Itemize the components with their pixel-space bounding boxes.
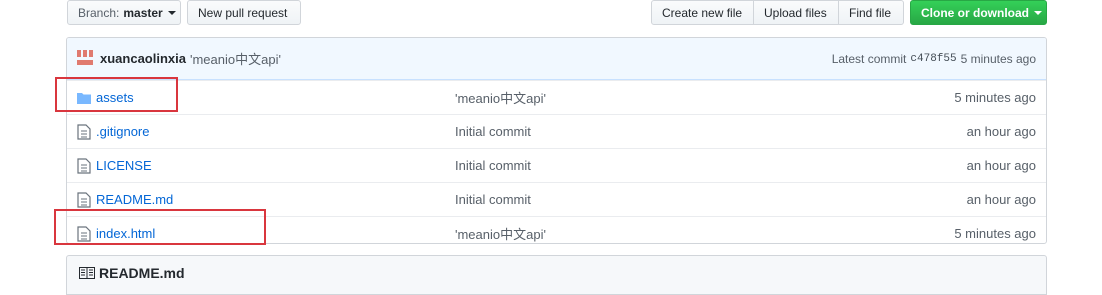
commit-sha-link[interactable]: c478f55 [910, 53, 956, 66]
clone-or-download-button[interactable]: Clone or download [910, 0, 1047, 25]
table-row: .gitignore Initial commit an hour ago [67, 114, 1046, 148]
commit-message-link[interactable]: Initial commit [455, 158, 531, 173]
file-icon [77, 124, 91, 140]
table-row: assets 'meanio中文api' 5 minutes ago [67, 80, 1046, 114]
find-file-label: Find file [849, 5, 892, 20]
commit-message-link[interactable]: 'meanio中文api' [455, 88, 546, 107]
create-new-file-button[interactable]: Create new file [651, 0, 754, 25]
file-age: an hour ago [966, 158, 1036, 173]
commit-time: 5 minutes ago [960, 51, 1036, 66]
file-age: an hour ago [966, 192, 1036, 207]
upload-files-label: Upload files [764, 5, 827, 20]
new-pull-request-button[interactable]: New pull request [187, 0, 301, 25]
table-row: LICENSE Initial commit an hour ago [67, 148, 1046, 182]
readme-header: README.md [66, 255, 1047, 295]
avatar[interactable] [77, 50, 94, 67]
branch-prefix: Branch: [78, 5, 120, 20]
file-age: an hour ago [966, 124, 1036, 139]
new-pull-request-label: New pull request [198, 5, 288, 20]
file-icon [77, 192, 91, 208]
book-icon [79, 267, 95, 279]
highlight-box-index-html [54, 209, 266, 245]
commit-tease: xuancaolinxia 'meanio中文api' Latest commi… [67, 38, 1046, 80]
file-name-link[interactable]: .gitignore [96, 124, 149, 139]
commit-author-link[interactable]: xuancaolinxia [100, 51, 186, 66]
clone-or-download-label: Clone or download [921, 5, 1029, 20]
caret-down-icon [1034, 10, 1042, 15]
upload-files-button[interactable]: Upload files [754, 0, 839, 25]
commit-message-link[interactable]: 'meanio中文api' [455, 224, 546, 243]
latest-commit-label: Latest commit [831, 51, 907, 66]
file-icon [77, 158, 91, 174]
commit-message-link[interactable]: Initial commit [455, 124, 531, 139]
commit-message-link[interactable]: Initial commit [455, 192, 531, 207]
find-file-button[interactable]: Find file [839, 0, 904, 25]
commit-message-link[interactable]: 'meanio中文api' [190, 49, 281, 68]
file-age: 5 minutes ago [954, 226, 1036, 241]
readme-title: README.md [99, 265, 185, 281]
branch-select-button[interactable]: Branch: master [67, 0, 181, 25]
caret-down-icon [167, 10, 176, 15]
branch-name: master [123, 5, 163, 20]
latest-commit: Latest commit c478f55 5 minutes ago [832, 52, 1036, 66]
file-name-link[interactable]: README.md [96, 192, 173, 207]
file-name-link[interactable]: LICENSE [96, 158, 152, 173]
create-new-file-label: Create new file [662, 5, 743, 20]
highlight-box-assets [55, 77, 178, 112]
file-age: 5 minutes ago [954, 90, 1036, 105]
